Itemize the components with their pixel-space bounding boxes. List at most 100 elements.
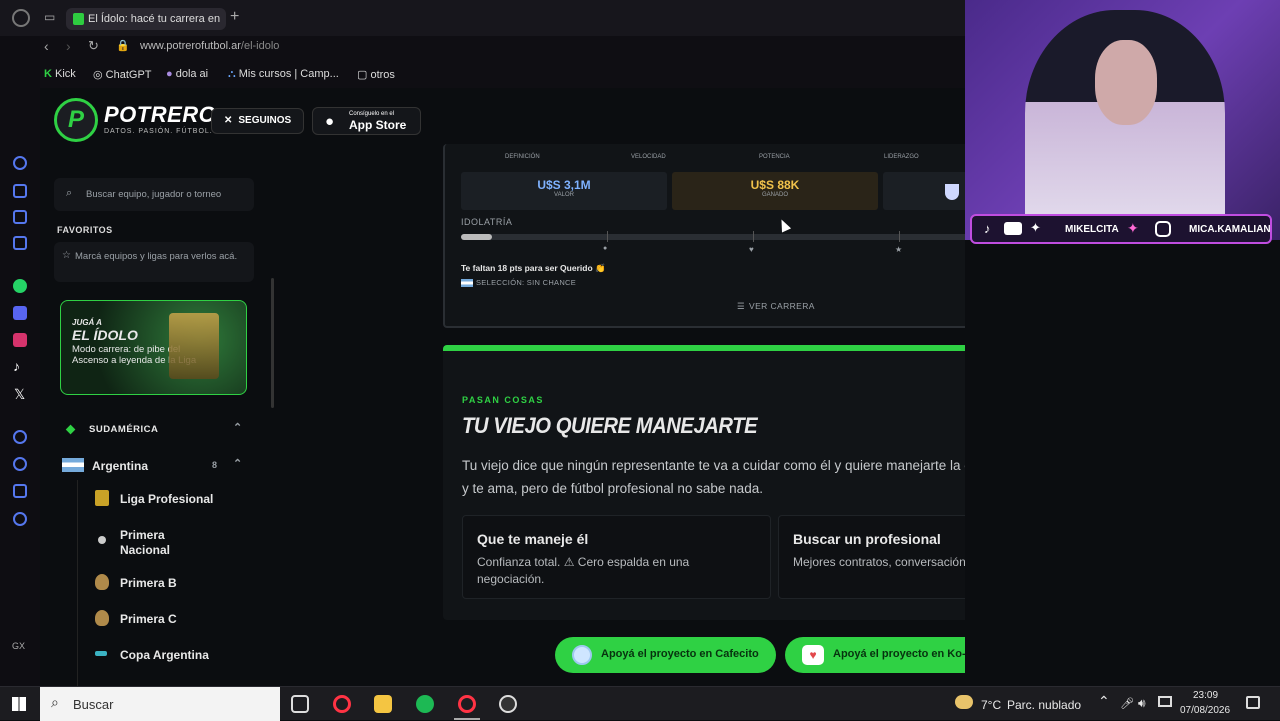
reload-icon[interactable]: ↻ [88, 38, 99, 54]
player-icon[interactable] [13, 430, 27, 444]
event-body: Tu viejo dice que ningún representante t… [462, 458, 965, 496]
obs-icon[interactable] [499, 695, 517, 713]
forward-icon[interactable]: › [66, 38, 71, 54]
temperature[interactable]: 7°C [981, 698, 1001, 712]
social-handles-bar: ♪ ✦ MIKELCITA ✦ MICA.KAMALIAN [970, 214, 1272, 244]
country-row[interactable]: Argentina 8 ⌃ [62, 456, 244, 476]
league-label: Primera B [120, 576, 177, 590]
tray-chevron-icon[interactable]: ⌃ [1098, 693, 1110, 710]
list-icon: ☰ [737, 301, 746, 311]
bookmark-otros[interactable]: ▢ otros [357, 68, 395, 81]
sidebar-scrollbar[interactable] [271, 278, 274, 408]
tab-active[interactable]: El Ídolo: hacé tu carrera en [66, 8, 226, 30]
follow-button[interactable]: ✕ SEGUINOS [211, 108, 304, 134]
address-bar: ‹ › ↻ 🔒 www.potrerofutbol.ar/el-idolo [40, 36, 965, 60]
history-icon[interactable] [13, 457, 27, 471]
task-view-icon[interactable] [291, 695, 309, 713]
idolatry-fill [461, 234, 493, 240]
weather-text[interactable]: Parc. nublado [1007, 698, 1081, 712]
microphone-icon[interactable]: 🎤︎ [1120, 697, 1134, 710]
cafecito-button[interactable]: Apoyá el proyecto en Cafecito [555, 637, 776, 673]
whatsapp-icon[interactable] [13, 279, 27, 293]
ai-icon[interactable] [13, 156, 27, 170]
value-stat: U$S 3,1M VALOR [461, 172, 667, 210]
bookmark-chatgpt-label: ChatGPT [105, 69, 152, 81]
spotify-icon[interactable] [416, 695, 434, 713]
search-icon: ⌕ [66, 187, 73, 199]
league-label: Primera Nacional [120, 528, 171, 557]
bookmark-chatgpt[interactable]: ◎ ChatGPT [93, 68, 152, 81]
notifications-icon[interactable] [1246, 696, 1260, 709]
url-field[interactable]: www.potrerofutbol.ar/el-idolo [140, 40, 279, 52]
chevron-up-icon[interactable]: ⌃ [233, 421, 242, 434]
youtube-icon [1004, 222, 1022, 235]
option-manage-yourself[interactable]: Que te maneje él Confianza total. ⚠ Cero… [462, 515, 771, 599]
messenger-icon[interactable] [13, 210, 27, 224]
back-icon[interactable]: ‹ [44, 38, 49, 54]
lock-icon: 🔒 [116, 40, 130, 52]
settings-icon[interactable] [13, 512, 27, 526]
file-explorer-icon[interactable] [374, 695, 392, 713]
favorites-hint-box: ☆ Marcá equipos y ligas para verlos acá. [54, 242, 254, 282]
taskbar-search[interactable]: ⌕ Buscar [40, 687, 280, 721]
chevron-up-icon[interactable]: ⌃ [233, 457, 242, 470]
instagram-icon [1155, 221, 1171, 237]
windows-start-icon[interactable] [12, 697, 26, 711]
option-title: Buscar un profesional [793, 531, 941, 547]
streamer-face [1095, 40, 1157, 125]
search-box[interactable]: ⌕ Buscar equipo, jugador o torneo [54, 178, 254, 211]
tiktok-icon[interactable]: ♪ [13, 358, 20, 374]
value-label: VALOR [554, 192, 574, 198]
opera-logo-icon[interactable] [12, 9, 30, 27]
x-icon: ✕ [224, 115, 233, 126]
extensions-icon[interactable] [13, 484, 27, 498]
milestone-mark [607, 231, 608, 242]
overlay-handle-1: MIKELCITA [1065, 224, 1119, 235]
cafecito-label: Apoyá el proyecto en Cafecito [601, 648, 759, 660]
promo-title: EL ÍDOLO [72, 327, 138, 343]
search-icon: ⌕ [51, 694, 59, 710]
bookmark-dola[interactable]: ● dola ai [166, 68, 208, 80]
brand-name[interactable]: POTRERO [104, 102, 216, 128]
promo-card[interactable]: JUGÁ A EL ÍDOLO Modo carrera: de pibe de… [60, 300, 247, 395]
discord-icon[interactable] [13, 306, 27, 320]
copa-argentina-icon [95, 651, 107, 656]
potrero-logo-icon[interactable]: P [54, 98, 98, 142]
new-tab-button[interactable]: + [230, 8, 239, 26]
appstore-big: App Store [349, 118, 407, 132]
clock-time[interactable]: 23:09 [1193, 690, 1218, 701]
view-career-link[interactable]: ☰ VER CARRERA [737, 301, 815, 312]
opera-gx-icon[interactable] [458, 695, 476, 713]
volume-icon[interactable]: 🔊︎ [1138, 696, 1146, 711]
workspace-icon[interactable] [13, 184, 27, 198]
chatgpt-icon: ◎ [93, 69, 106, 81]
kofi-button[interactable]: ♥ Apoyá el proyecto en Ko-Fi [785, 637, 965, 673]
bookmark-otros-label: otros [370, 69, 395, 81]
appstore-button[interactable]: ● Consíguelo en el App Store [312, 107, 421, 135]
attr-label: DEFINICIÓN [505, 154, 540, 160]
option-hire-professional[interactable]: Buscar un profesional Mejores contratos,… [778, 515, 965, 599]
clock-date[interactable]: 07/08/2026 [1180, 705, 1230, 716]
value-amount: U$S 3,1M [537, 178, 591, 192]
attr-label: POTENCIA [759, 154, 790, 160]
opera-icon[interactable] [333, 695, 351, 713]
windows-taskbar: ⌕ Buscar 7°C Parc. nublado ⌃ 🎤︎ 🔊︎ 23:09… [0, 686, 1280, 721]
favorites-hint: Marcá equipos y ligas para verlos acá. [75, 251, 238, 262]
club-stat [883, 172, 965, 210]
instagram-icon[interactable] [13, 333, 27, 347]
overlay-handle-2: MICA.KAMALIAN [1189, 224, 1271, 235]
x-icon[interactable]: 𝕏 [14, 386, 25, 403]
network-icon[interactable] [1158, 696, 1172, 707]
music-icon[interactable] [13, 236, 27, 250]
bookmark-cursos[interactable]: ⛬ Mis cursos | Camp... [228, 68, 339, 81]
tab-list-icon[interactable]: ▭ [44, 10, 55, 24]
bookmark-kick[interactable]: K Kick [44, 68, 76, 80]
primera-c-icon [95, 610, 109, 626]
argentina-flag-icon [62, 458, 84, 472]
site-viewport: P POTRERO DATOS. PASIÓN. FÚTBOL. ✕ SEGUIN… [40, 88, 965, 686]
search-input[interactable]: Buscar equipo, jugador o torneo [86, 189, 221, 200]
argentina-flag-icon [461, 279, 473, 288]
region-row[interactable]: ⬥ SUDAMÉRICA ⌃ [62, 420, 244, 440]
gx-icon[interactable]: GX [12, 641, 25, 651]
earned-stat: U$S 88K GANADO [672, 172, 878, 210]
